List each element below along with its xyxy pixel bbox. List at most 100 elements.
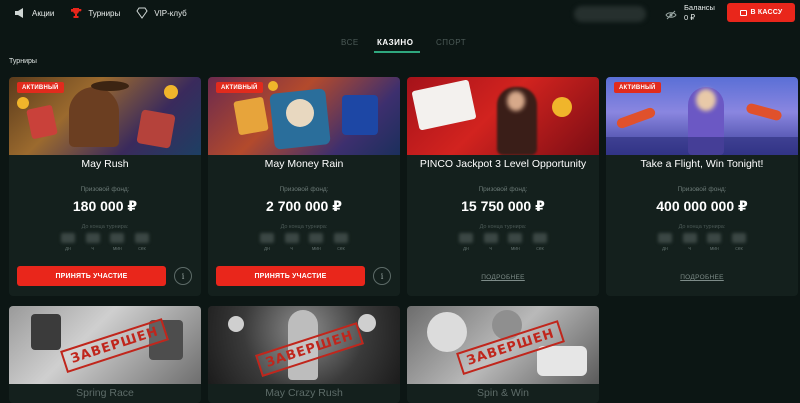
cashier-button[interactable]: В КАССУ [727,3,795,22]
nav-promotions-label: Акции [32,8,55,18]
tab-all[interactable]: ВСЕ [341,38,359,47]
countdown-value-hidden [110,233,125,243]
prize-value: 400 000 000 ₽ [656,198,748,214]
status-badge: АКТИВНЫЙ [17,82,64,93]
prize-label: Призовой фонд: [677,186,727,193]
tournament-card[interactable]: АКТИВНЫЙ Take a Flight, Win Tonight! При… [606,77,798,296]
nav-vip-club[interactable]: VIP-клуб [136,7,187,19]
tournament-card-finished[interactable]: ЗАВЕРШЕН Spin & Win [407,306,599,403]
countdown-unit: мин [709,246,719,252]
tournament-title: Spring Race [76,387,134,399]
countdown-unit: сек [536,246,544,252]
countdown-value-hidden [483,233,498,243]
countdown-unit: ч [489,246,492,252]
tournament-title: May Money Rain [264,158,344,170]
join-button[interactable]: ПРИНЯТЬ УЧАСТИЕ [216,266,365,286]
tab-sport[interactable]: СПОРТ [436,38,466,47]
countdown-hours: ч [681,233,699,257]
countdown-value-hidden [707,233,722,243]
prize-value: 2 700 000 ₽ [266,198,342,214]
countdown-seconds: сек [531,233,549,257]
tab-casino[interactable]: КАЗИНО [377,38,413,47]
countdown-label: До конца турнира: [678,224,726,230]
tournament-banner [407,77,599,155]
countdown-days: дн [457,233,475,257]
tournament-title: May Rush [81,158,129,170]
countdown-label: До конца турнира: [479,224,527,230]
countdown-value-hidden [508,233,523,243]
countdown-value-hidden [731,233,746,243]
balance-value: 0 ₽ [684,13,696,22]
countdown-value-hidden [459,233,473,243]
info-icon[interactable]: i [373,267,391,285]
balance[interactable]: Балансы 0 ₽ [684,3,715,23]
tournament-card[interactable]: АКТИВНЫЙ May Rush Призовой фонд: 180 000… [9,77,201,296]
tournament-title: Spin & Win [477,387,529,399]
countdown-label: До конца турнира: [280,224,328,230]
countdown-value-hidden [532,233,547,243]
prize-value: 180 000 ₽ [72,198,138,214]
diamond-icon [136,7,148,19]
info-icon[interactable]: i [174,267,192,285]
countdown-hours: ч [283,233,301,257]
tournament-title: May Crazy Rush [265,387,343,399]
nav-tournaments[interactable]: Турниры [70,7,120,19]
megaphone-icon [14,7,26,19]
countdown-minutes: мин [506,233,524,257]
more-link[interactable]: ПОДРОБНЕЕ [407,274,599,281]
countdown-value-hidden [260,233,274,243]
countdown-minutes: мин [307,233,325,257]
countdown-unit: мин [112,246,122,252]
countdown-seconds: сек [133,233,151,257]
eye-off-icon[interactable] [665,8,677,20]
tournament-title: Take a Flight, Win Tonight! [640,158,764,170]
countdown: дн ч мин сек [59,233,151,257]
countdown-value-hidden [309,233,324,243]
countdown-value-hidden [85,233,100,243]
countdown-hours: ч [482,233,500,257]
tournament-card[interactable]: PINCO Jackpot 3 Level Opportunity Призов… [407,77,599,296]
countdown-unit: дн [264,246,270,252]
countdown-unit: сек [735,246,743,252]
wallet-icon [739,9,747,16]
prize-value: 15 750 000 ₽ [461,198,545,214]
countdown-unit: ч [91,246,94,252]
countdown-value-hidden [134,233,149,243]
countdown-unit: ч [688,246,691,252]
countdown-minutes: мин [108,233,126,257]
countdown-unit: ч [290,246,293,252]
username-blurred[interactable] [574,6,646,22]
nav-vip-label: VIP-клуб [154,8,187,18]
countdown-seconds: сек [332,233,350,257]
nav-tournaments-label: Турниры [88,8,121,18]
countdown-value-hidden [333,233,348,243]
trophy-icon [70,7,82,19]
countdown-minutes: мин [705,233,723,257]
main-nav: Акции Турниры VIP-клуб [14,7,203,19]
countdown: дн ч мин сек [457,233,549,257]
tournament-card[interactable]: АКТИВНЫЙ May Money Rain Призовой фонд: 2… [208,77,400,296]
countdown-seconds: сек [730,233,748,257]
nav-promotions[interactable]: Акции [14,7,54,19]
prize-label: Призовой фонд: [478,186,528,193]
more-link[interactable]: ПОДРОБНЕЕ [606,274,798,281]
countdown-unit: сек [138,246,146,252]
countdown-value-hidden [682,233,697,243]
join-button[interactable]: ПРИНЯТЬ УЧАСТИЕ [17,266,166,286]
countdown-unit: мин [311,246,321,252]
countdown: дн ч мин сек [656,233,748,257]
balance-label: Балансы [684,3,715,12]
countdown-unit: дн [65,246,71,252]
tournament-card-finished[interactable]: ЗАВЕРШЕН Spring Race [9,306,201,403]
status-badge: АКТИВНЫЙ [614,82,661,93]
status-badge: АКТИВНЫЙ [216,82,263,93]
category-tabs: ВСЕ КАЗИНО СПОРТ [0,36,800,53]
top-bar: Акции Турниры VIP-клуб Балансы 0 ₽ В КАС… [0,0,800,30]
tournament-card-finished[interactable]: ЗАВЕРШЕН May Crazy Rush [208,306,400,403]
countdown-hours: ч [84,233,102,257]
countdown-days: дн [59,233,77,257]
countdown-unit: сек [337,246,345,252]
countdown: дн ч мин сек [258,233,350,257]
tournament-title: PINCO Jackpot 3 Level Opportunity [419,158,587,170]
countdown-label: До конца турнира: [81,224,129,230]
